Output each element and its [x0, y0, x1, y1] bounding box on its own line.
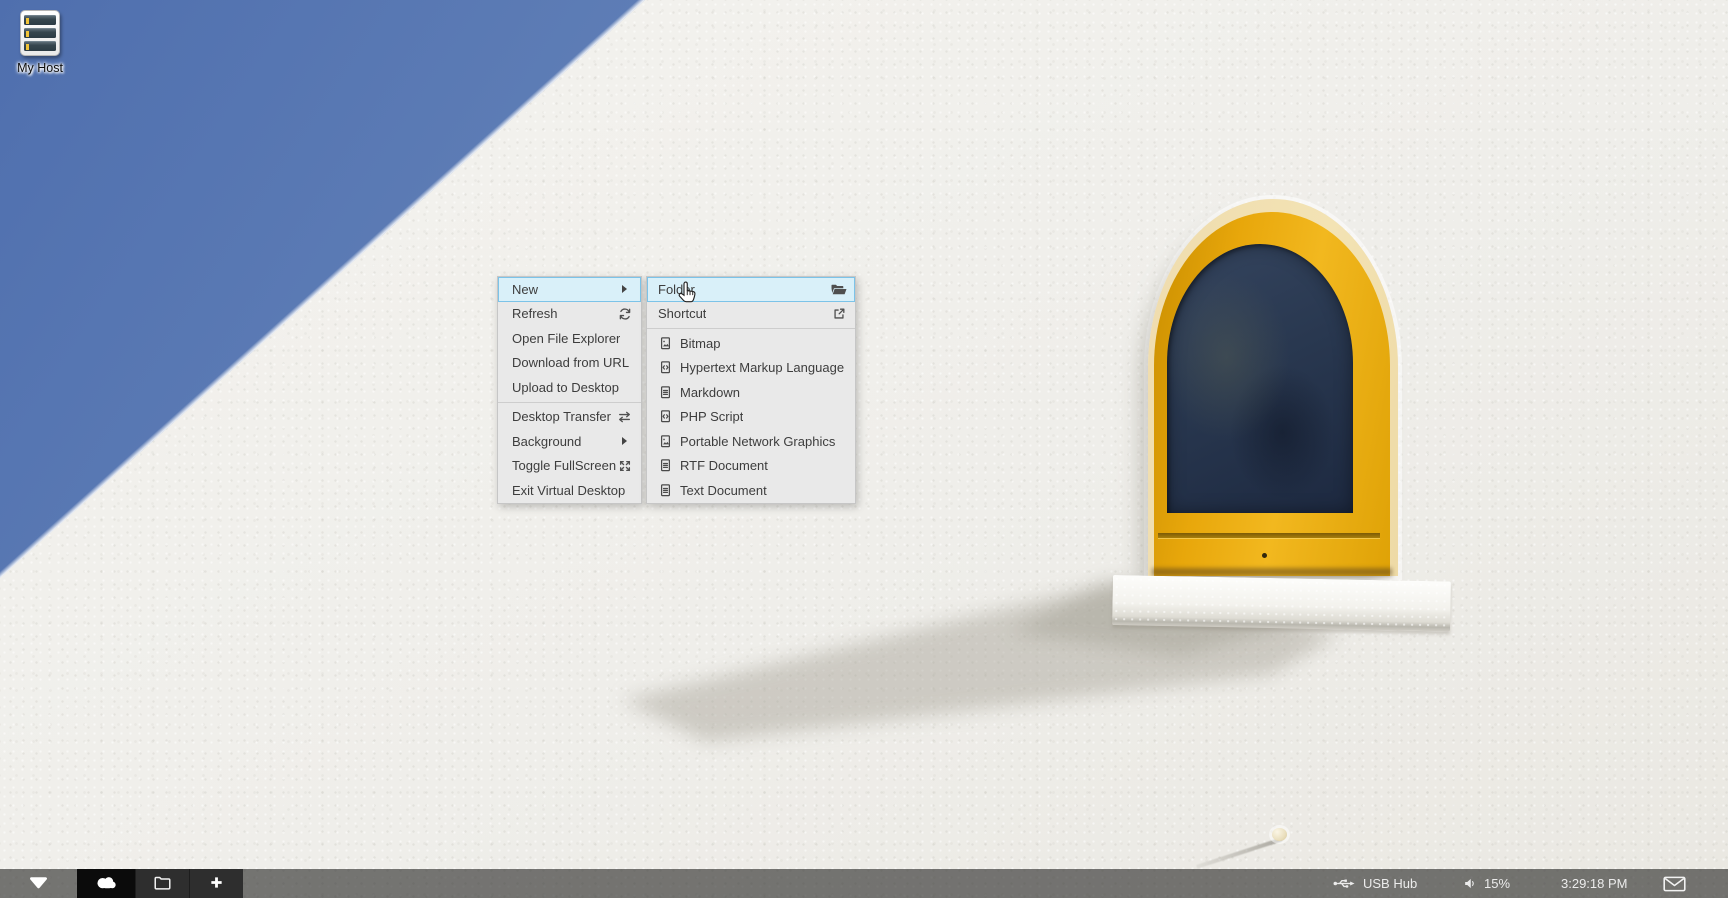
- submenu-arrow-icon: [616, 437, 633, 445]
- menu-item-label: Desktop Transfer: [512, 409, 611, 424]
- file-text-icon: [658, 458, 673, 473]
- virtual-desktop: My Host New Refresh Open File Explorer Down…: [0, 0, 1728, 898]
- chevron-down-icon: [28, 876, 49, 892]
- refresh-icon: [616, 307, 633, 321]
- menu-item-label: Upload to Desktop: [512, 380, 619, 395]
- taskbar-volume-status[interactable]: 15%: [1463, 869, 1510, 898]
- wall-peg: [1272, 828, 1287, 841]
- folder-open-icon: [830, 282, 847, 296]
- menu-item-label: Folder: [658, 282, 695, 297]
- menu-item-label: Portable Network Graphics: [680, 434, 835, 449]
- menu-item-toggle-fullscreen[interactable]: Toggle FullScreen: [498, 454, 641, 479]
- taskbar-file-explorer-button[interactable]: [135, 869, 189, 898]
- clock-label: 3:29:18 PM: [1561, 876, 1628, 891]
- window-yellow-frame: [1154, 212, 1390, 576]
- menu-item-label: Exit Virtual Desktop: [512, 483, 625, 498]
- menu-item-refresh[interactable]: Refresh: [498, 302, 641, 327]
- menu-item-php-script[interactable]: PHP Script: [647, 405, 855, 430]
- menu-item-label: RTF Document: [680, 458, 768, 473]
- menu-item-label: New: [512, 282, 538, 297]
- menu-item-label: Background: [512, 434, 581, 449]
- menu-item-text-document[interactable]: Text Document: [647, 478, 855, 503]
- external-link-icon: [830, 307, 847, 321]
- menu-item-markdown[interactable]: Markdown: [647, 380, 855, 405]
- window-knob: [1262, 553, 1267, 558]
- folder-icon: [153, 875, 172, 893]
- taskbar-add-button[interactable]: [189, 869, 243, 898]
- menu-item-rtf-document[interactable]: RTF Document: [647, 454, 855, 479]
- menu-separator: [647, 328, 855, 329]
- fullscreen-icon: [616, 459, 633, 473]
- menu-item-label: Refresh: [512, 306, 558, 321]
- plus-icon: [209, 875, 224, 893]
- taskbar-usb-status[interactable]: USB Hub: [1333, 869, 1417, 898]
- menu-item-label: Open File Explorer: [512, 331, 620, 346]
- file-image-icon: [658, 434, 673, 449]
- window-glass: [1167, 244, 1353, 513]
- menu-item-upload-to-desktop[interactable]: Upload to Desktop: [498, 375, 641, 400]
- window-frame: [1148, 199, 1398, 576]
- menu-item-portable-network-graphics[interactable]: Portable Network Graphics: [647, 429, 855, 454]
- menu-item-label: Markdown: [680, 385, 740, 400]
- menu-item-label: PHP Script: [680, 409, 743, 424]
- taskbar-clock: 3:29:18 PM: [1561, 869, 1628, 898]
- menu-item-label: Bitmap: [680, 336, 720, 351]
- envelope-icon: [1663, 876, 1686, 892]
- menu-item-label: Toggle FullScreen: [512, 458, 616, 473]
- new-submenu: Folder Shortcut Bitmap Hypertext Markup Lan…: [646, 276, 856, 504]
- usb-icon: [1333, 877, 1356, 890]
- desktop-context-menu: New Refresh Open File Explorer Download fro…: [497, 276, 642, 504]
- taskbar-mail-button[interactable]: [1663, 869, 1686, 898]
- desktop-icon-label: My Host: [8, 61, 72, 75]
- menu-item-label: Shortcut: [658, 306, 706, 321]
- window-frame-shadow: [1152, 568, 1392, 576]
- window-shadow: [0, 0, 1728, 898]
- taskbar-collapse-button[interactable]: [0, 869, 77, 898]
- menu-item-open-file-explorer[interactable]: Open File Explorer: [498, 326, 641, 351]
- menu-item-exit-virtual-desktop[interactable]: Exit Virtual Desktop: [498, 478, 641, 503]
- cloud-icon: [92, 873, 120, 894]
- menu-separator: [498, 402, 641, 403]
- submenu-arrow-icon: [616, 285, 633, 293]
- server-icon: [20, 10, 60, 56]
- usb-label: USB Hub: [1363, 876, 1417, 891]
- menu-item-new[interactable]: New: [498, 277, 641, 302]
- menu-item-shortcut[interactable]: Shortcut: [647, 302, 855, 327]
- menu-item-desktop-transfer[interactable]: Desktop Transfer: [498, 405, 641, 430]
- file-image-icon: [658, 336, 673, 351]
- menu-item-folder[interactable]: Folder: [647, 277, 855, 302]
- file-text-icon: [658, 483, 673, 498]
- menu-item-label: Hypertext Markup Language: [680, 360, 844, 375]
- file-code-icon: [658, 360, 673, 375]
- menu-item-background[interactable]: Background: [498, 429, 641, 454]
- menu-item-label: Download from URL: [512, 355, 629, 370]
- file-code-icon: [658, 409, 673, 424]
- desktop-icon-my-host[interactable]: My Host: [8, 10, 72, 75]
- menu-item-label: Text Document: [680, 483, 767, 498]
- file-text-icon: [658, 385, 673, 400]
- volume-label: 15%: [1484, 876, 1510, 891]
- menu-item-download-from-url[interactable]: Download from URL: [498, 351, 641, 376]
- speaker-icon: [1463, 877, 1477, 890]
- window-groove: [1158, 533, 1380, 538]
- menu-item-bitmap[interactable]: Bitmap: [647, 331, 855, 356]
- taskbar-cloud-button[interactable]: [77, 869, 135, 898]
- menu-item-hypertext-markup-language[interactable]: Hypertext Markup Language: [647, 356, 855, 381]
- taskbar: USB Hub 15% 3:29:18 PM: [0, 869, 1728, 898]
- transfer-icon: [616, 410, 633, 424]
- window-sill: [1112, 575, 1451, 631]
